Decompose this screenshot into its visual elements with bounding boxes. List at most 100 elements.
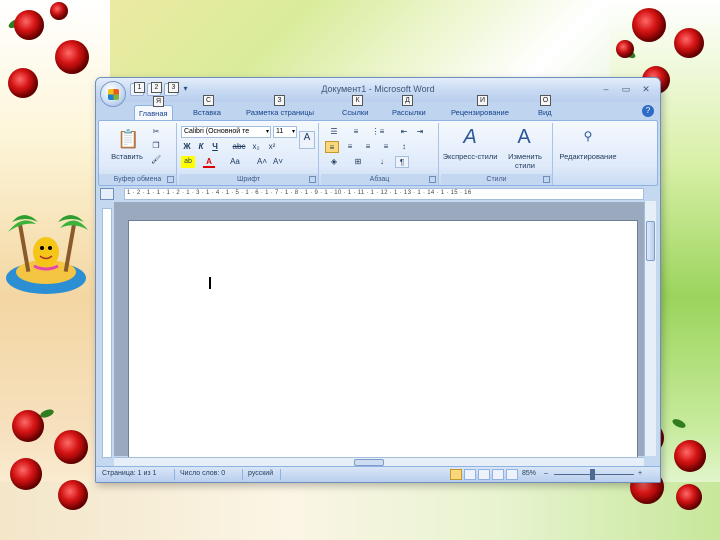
status-separator — [280, 469, 281, 480]
binoculars-icon[interactable]: ⚲ — [579, 127, 597, 145]
bold-button[interactable]: Ж — [181, 141, 193, 153]
subscript-button[interactable]: x₂ — [249, 141, 263, 153]
full-screen-view-icon[interactable] — [464, 469, 476, 480]
shading-icon[interactable]: ◈ — [325, 156, 343, 168]
decrease-indent-icon[interactable]: ⇤ — [397, 126, 411, 138]
tab-home[interactable]: Главная Я — [134, 96, 173, 120]
horizontal-scroll-thumb[interactable] — [354, 459, 384, 466]
vertical-scrollbar[interactable] — [644, 201, 656, 456]
increase-indent-icon[interactable]: ⇥ — [413, 126, 427, 138]
format-painter-icon[interactable]: 🖌 — [151, 154, 161, 166]
customize-qat-button[interactable]: ▾ — [181, 83, 190, 96]
tab-insert[interactable]: Вставка С — [189, 95, 225, 120]
numbering-icon[interactable]: ≡ — [347, 126, 365, 138]
align-left-icon[interactable]: ≡ — [325, 141, 339, 153]
keytip-tab-references: К — [352, 95, 363, 106]
editing-button[interactable]: Редактирование — [555, 152, 621, 161]
help-icon[interactable]: ? — [642, 105, 654, 117]
zoom-in-button[interactable]: + — [638, 470, 642, 477]
paste-icon[interactable]: 📋 — [117, 127, 139, 151]
styles-launcher-icon[interactable] — [543, 176, 550, 183]
keytip-tab-page-layout: З — [274, 95, 285, 106]
office-button[interactable] — [100, 81, 126, 107]
sort-icon[interactable]: ↓ — [375, 156, 389, 168]
office-logo-icon — [108, 89, 119, 100]
maximize-button[interactable]: ▭ — [616, 82, 636, 96]
strikethrough-button[interactable]: abc — [231, 141, 247, 153]
quick-access-toolbar: ▪ 1 ↶ 2 ↷ 3 ▾ — [130, 82, 190, 96]
tab-references[interactable]: Ссылки К — [338, 95, 372, 120]
status-separator — [242, 469, 243, 480]
quick-styles-icon[interactable]: A — [459, 125, 481, 149]
zoom-level[interactable]: 85% — [522, 470, 536, 477]
ribbon: 📋 Вставить ✂ ❐ 🖌 Буфер обмена Calibri (О… — [98, 120, 658, 186]
shrink-font-button[interactable]: A˅ — [271, 156, 285, 168]
highlight-color-icon[interactable]: ab — [181, 156, 195, 168]
superscript-button[interactable]: x² — [265, 141, 279, 153]
web-layout-view-icon[interactable] — [478, 469, 490, 480]
document-page[interactable] — [128, 220, 638, 460]
show-marks-button[interactable]: ¶ — [395, 156, 409, 168]
change-styles-icon[interactable]: A — [513, 125, 535, 149]
justify-icon[interactable]: ≡ — [379, 141, 393, 153]
tab-selector-button[interactable] — [100, 188, 114, 200]
close-button[interactable]: ✕ — [636, 82, 656, 96]
group-editing: ⚲ Редактирование — [555, 123, 625, 185]
redo-button[interactable]: ↷ 3 — [164, 82, 179, 96]
tab-mailings-label: Рассылки — [392, 108, 426, 117]
tab-view[interactable]: Вид О — [534, 95, 556, 120]
undo-button[interactable]: ↶ 2 — [147, 82, 162, 96]
tab-mailings[interactable]: Рассылки Д — [388, 95, 430, 120]
vertical-scroll-thumb[interactable] — [646, 221, 655, 261]
font-color-icon[interactable]: A — [203, 156, 215, 168]
align-center-icon[interactable]: ≡ — [343, 141, 357, 153]
ruler-ticks: 1 · 2 · 1 · 1 · 1 · 2 · 1 · 3 · 1 · 4 · … — [127, 190, 472, 196]
group-font-label: Шрифт — [179, 174, 318, 185]
vertical-ruler[interactable] — [102, 208, 112, 458]
change-case-button[interactable]: Aa — [227, 156, 243, 168]
copy-icon[interactable]: ❐ — [151, 140, 161, 152]
italic-button[interactable]: К — [195, 141, 207, 153]
underline-button[interactable]: Ч — [209, 141, 221, 153]
draft-view-icon[interactable] — [506, 469, 518, 480]
grow-font-button[interactable]: A˄ — [255, 156, 269, 168]
text-cursor — [209, 277, 211, 289]
minimize-button[interactable]: – — [596, 82, 616, 96]
paragraph-launcher-icon[interactable] — [429, 176, 436, 183]
bullets-icon[interactable]: ☰ — [325, 126, 343, 138]
print-layout-view-icon[interactable] — [450, 469, 462, 480]
keytip-qat-2: 2 — [151, 82, 162, 93]
tab-page-layout-label: Разметка страницы — [246, 108, 315, 117]
outline-view-icon[interactable] — [492, 469, 504, 480]
zoom-slider-knob[interactable] — [590, 469, 595, 480]
status-words[interactable]: Число слов: 0 — [180, 470, 225, 477]
clear-format-icon[interactable]: A — [299, 131, 315, 149]
tab-view-label: Вид — [538, 108, 552, 117]
font-name-field[interactable]: Calibri (Основной те ▾ — [181, 126, 271, 138]
roses-top-left — [0, 0, 110, 120]
font-launcher-icon[interactable] — [309, 176, 316, 183]
paste-button[interactable]: Вставить — [105, 152, 149, 161]
horizontal-ruler[interactable]: 1 · 2 · 1 · 1 · 1 · 2 · 1 · 3 · 1 · 4 · … — [124, 188, 644, 200]
tab-review[interactable]: Рецензирование И — [447, 95, 513, 120]
status-language[interactable]: русский — [248, 470, 273, 477]
quick-styles-button[interactable]: Экспресс-стили — [441, 152, 499, 161]
borders-icon[interactable]: ⊞ — [349, 156, 367, 168]
clipboard-launcher-icon[interactable] — [167, 176, 174, 183]
cut-icon[interactable]: ✂ — [151, 126, 161, 138]
align-right-icon[interactable]: ≡ — [361, 141, 375, 153]
keytip-qat-3: 3 — [168, 82, 179, 93]
horizontal-scrollbar[interactable] — [114, 457, 644, 466]
island-clipart — [2, 200, 92, 300]
group-font: Calibri (Основной те ▾ 11 ▾ Ж К Ч abc x₂ x… — [179, 123, 319, 185]
tab-page-layout[interactable]: Разметка страницы З — [242, 95, 318, 120]
change-styles-button[interactable]: Изменить стили — [499, 152, 551, 170]
ribbon-tabs: Главная Я Вставка С Разметка страницы З … — [96, 95, 660, 120]
save-button[interactable]: ▪ 1 — [130, 82, 145, 96]
keytip-qat-1: 1 — [134, 82, 145, 93]
line-spacing-icon[interactable]: ↕ — [397, 141, 411, 153]
status-page[interactable]: Страница: 1 из 1 — [102, 470, 156, 477]
multilevel-list-icon[interactable]: ⋮≡ — [369, 126, 387, 138]
zoom-out-button[interactable]: – — [544, 470, 548, 477]
font-size-field[interactable]: 11 ▾ — [273, 126, 297, 138]
